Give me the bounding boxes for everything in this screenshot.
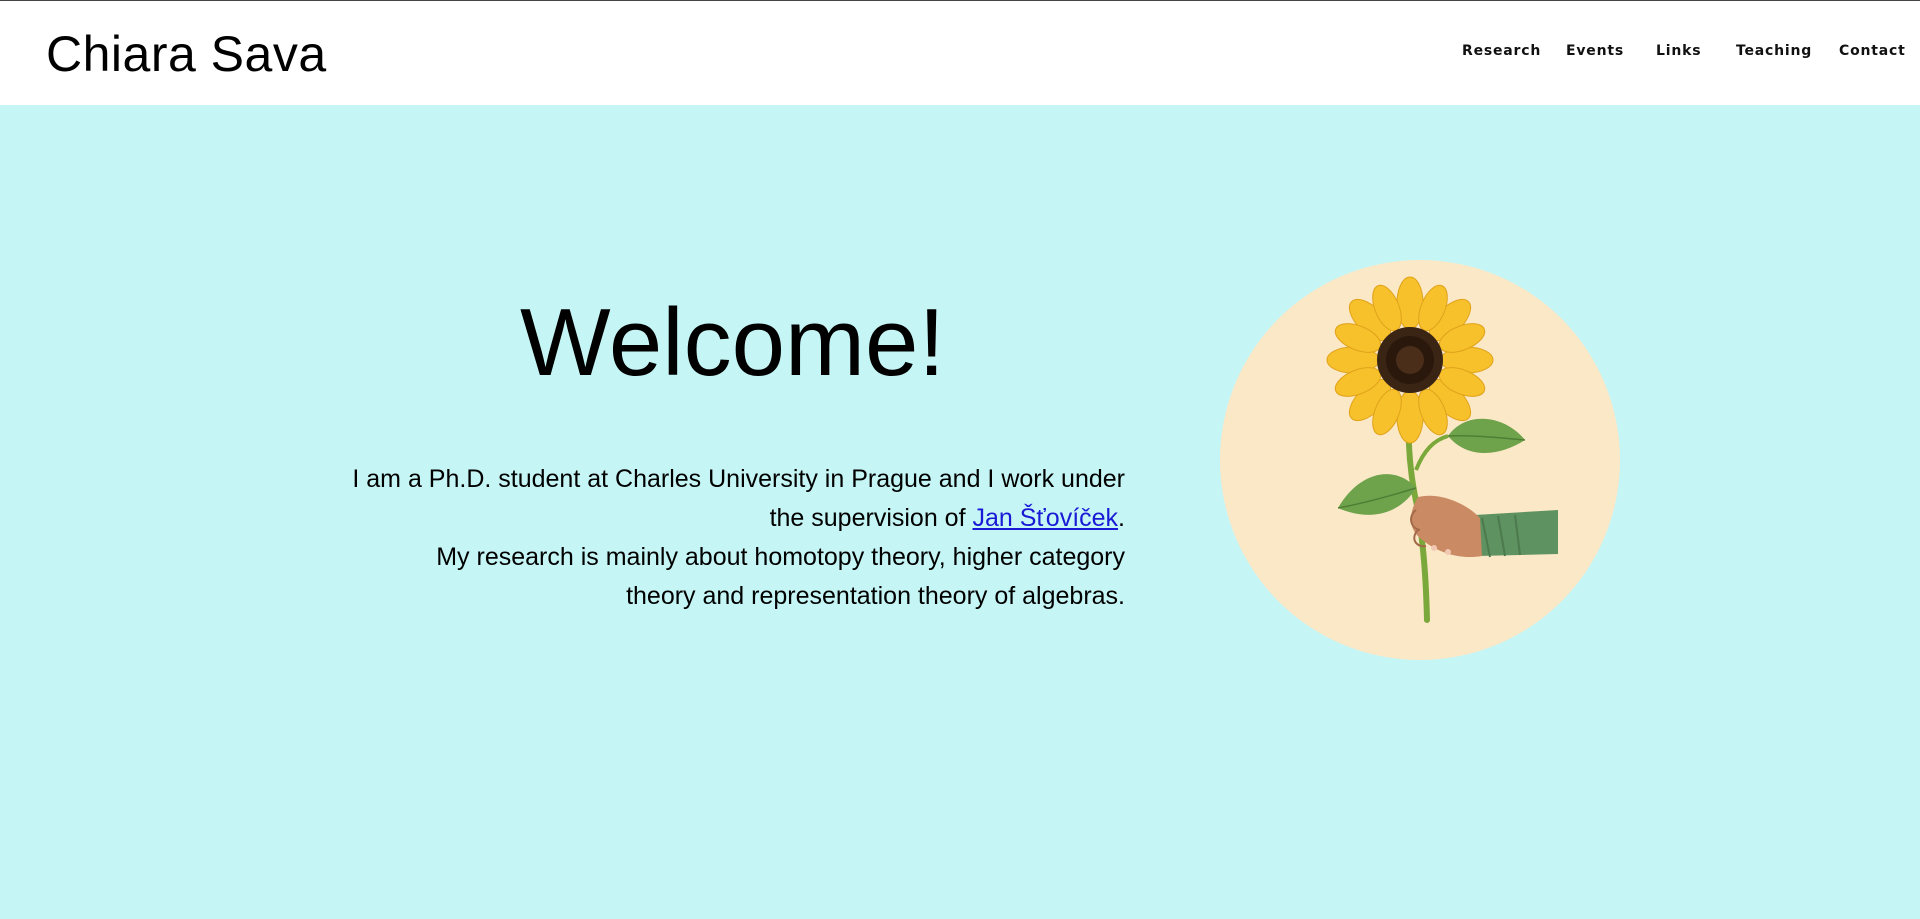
main-nav: Research Events Links Teaching Contact: [0, 43, 1920, 65]
supervisor-link[interactable]: Jan Šťovíček: [972, 504, 1118, 532]
intro-line-4: theory and representation theory of alge…: [626, 582, 1125, 610]
intro-line-2-post: .: [1118, 504, 1125, 532]
nav-teaching[interactable]: Teaching: [1736, 43, 1812, 59]
nav-research[interactable]: Research: [1462, 43, 1541, 59]
sunflower-icon: [1326, 276, 1558, 623]
nav-events[interactable]: Events: [1566, 43, 1624, 59]
intro-line-3: My research is mainly about homotopy the…: [436, 543, 1125, 571]
welcome-heading: Welcome!: [520, 289, 946, 396]
nav-links[interactable]: Links: [1656, 43, 1701, 59]
site-header: Chiara Sava Research Events Links Teachi…: [0, 1, 1920, 105]
intro-line-2-pre: the supervision of: [769, 504, 973, 532]
sunflower-illustration: [1220, 260, 1620, 660]
intro-line-1: I am a Ph.D. student at Charles Universi…: [352, 465, 1125, 493]
nav-contact[interactable]: Contact: [1839, 43, 1906, 59]
intro-text: I am a Ph.D. student at Charles Universi…: [310, 460, 1125, 616]
